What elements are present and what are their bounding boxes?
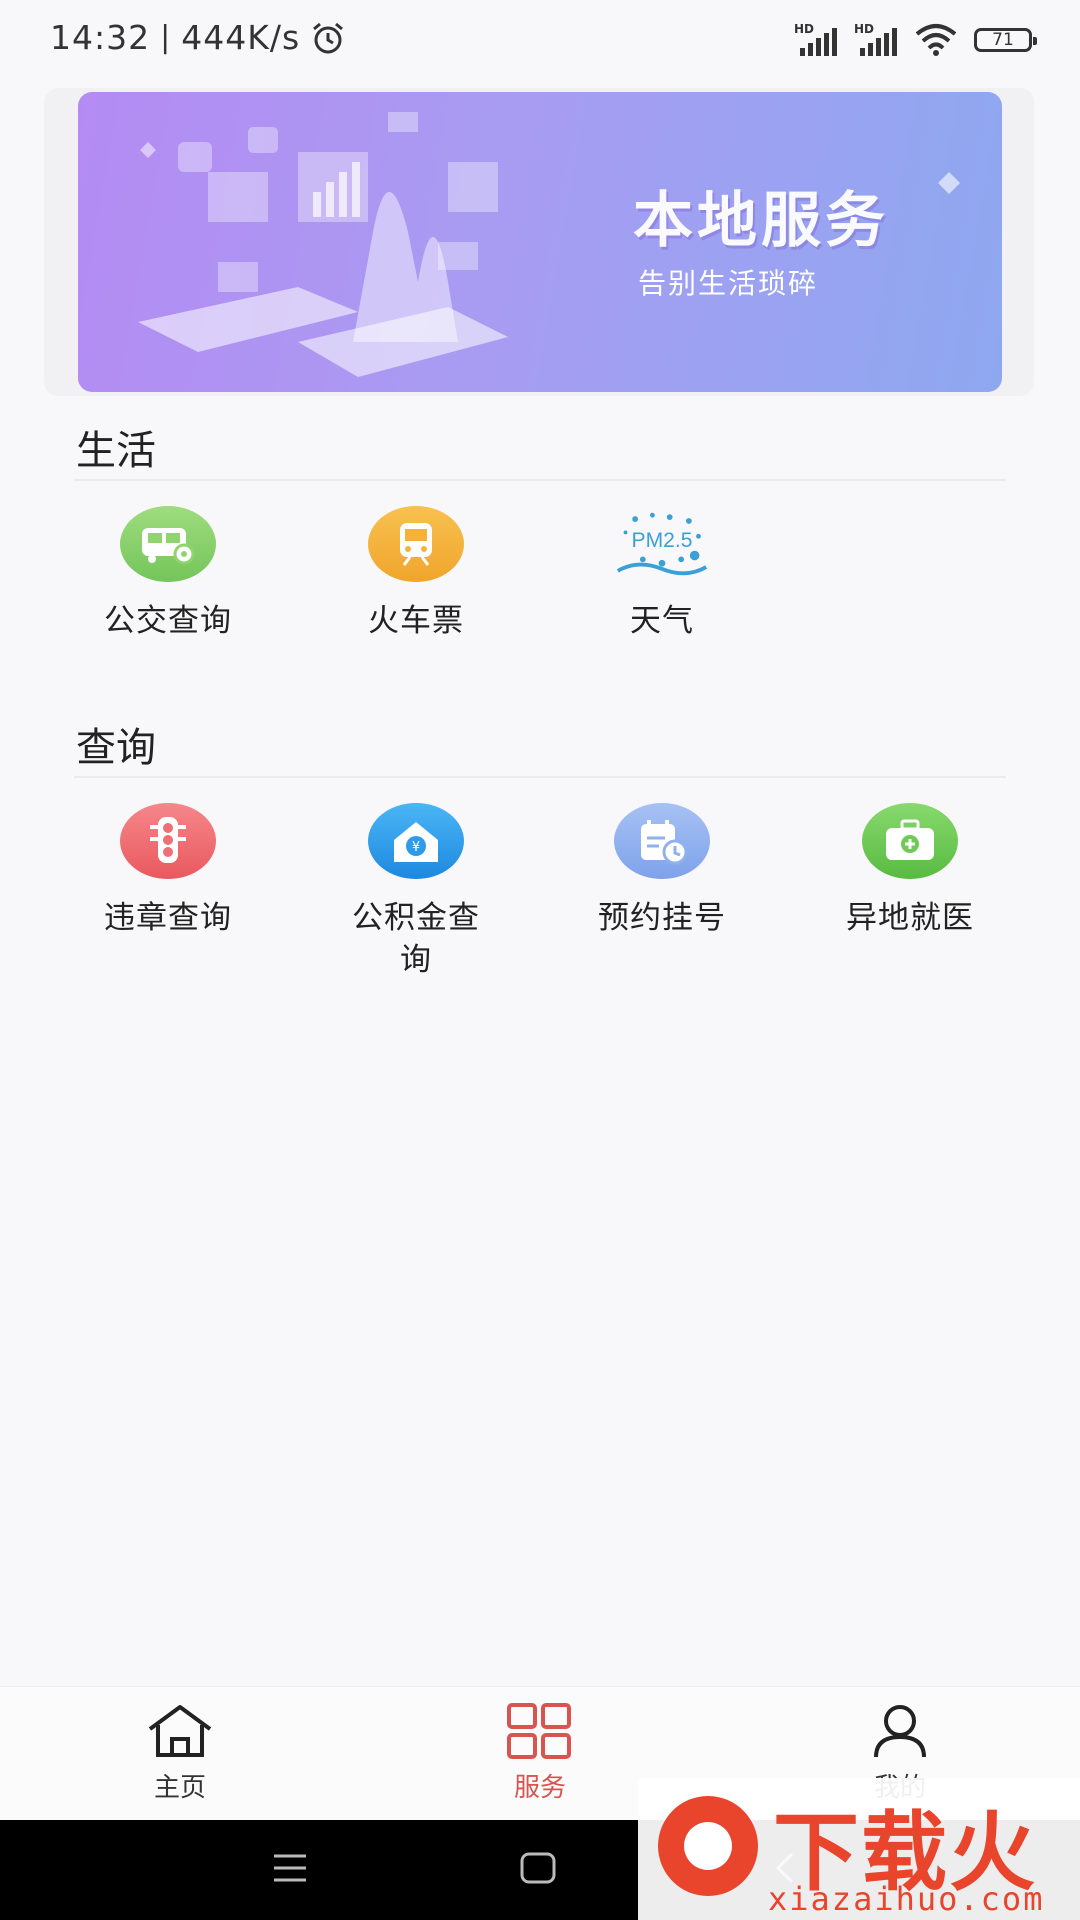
nav-label: 服务 bbox=[513, 1773, 566, 1803]
watermark-url: xiazaihuo.com bbox=[768, 1880, 1045, 1918]
flame-logo-icon bbox=[658, 1796, 758, 1896]
sparkle-icon bbox=[938, 172, 960, 194]
service-label: 违章查询 bbox=[104, 900, 232, 936]
housing-fund-icon: ¥ bbox=[368, 803, 464, 879]
status-left: 14:32 | 444K/s bbox=[50, 18, 346, 57]
service-label: 异地就医 bbox=[846, 900, 974, 936]
service-label-line: 公积金查 bbox=[352, 900, 480, 936]
menu-icon[interactable] bbox=[270, 1850, 310, 1886]
service-item-remote-medical[interactable]: 异地就医 bbox=[790, 803, 1030, 939]
service-label: 预约挂号 bbox=[598, 900, 726, 936]
traffic-light-icon bbox=[120, 803, 216, 879]
nav-label: 主页 bbox=[153, 1773, 206, 1803]
home-button-icon[interactable] bbox=[518, 1850, 558, 1886]
service-item-housing-fund[interactable]: ¥ 公积金查 询 bbox=[296, 803, 536, 981]
service-label: 天气 bbox=[630, 603, 694, 639]
service-item-weather[interactable]: PM2.5 天气 bbox=[542, 506, 782, 642]
service-label: 公交查询 bbox=[104, 603, 232, 639]
status-bar: 14:32 | 444K/s HD HD 71 bbox=[0, 0, 1080, 78]
bus-icon bbox=[120, 506, 216, 582]
alarm-icon bbox=[313, 22, 344, 53]
signal-icon: HD bbox=[854, 22, 898, 58]
svg-text:PM2.5: PM2.5 bbox=[631, 529, 692, 552]
battery-icon: 71 bbox=[974, 28, 1037, 52]
medical-kit-icon bbox=[862, 803, 958, 879]
section-title-query: 查询 bbox=[76, 725, 156, 771]
nav-item-home[interactable]: 主页 bbox=[80, 1703, 280, 1804]
banner-title: 本地服务 bbox=[633, 186, 889, 256]
service-item-bus[interactable]: 公交查询 bbox=[48, 506, 288, 642]
svg-text:¥: ¥ bbox=[412, 840, 420, 855]
grid-icon bbox=[507, 1703, 571, 1759]
banner[interactable]: 本地服务 告别生活琐碎 bbox=[78, 92, 1002, 392]
status-time: 14:32 bbox=[50, 18, 151, 57]
divider bbox=[74, 776, 1006, 778]
home-icon bbox=[148, 1705, 212, 1757]
battery-level: 71 bbox=[992, 30, 1014, 50]
service-item-appointment[interactable]: 预约挂号 bbox=[542, 803, 782, 939]
divider bbox=[74, 479, 1006, 481]
service-item-violation[interactable]: 违章查询 bbox=[48, 803, 288, 939]
service-label-line: 询 bbox=[400, 942, 432, 978]
watermark: 下载火 xiazaihuo.com bbox=[638, 1778, 1080, 1920]
pm25-weather-icon: PM2.5 bbox=[614, 506, 710, 582]
user-icon bbox=[874, 1705, 926, 1758]
status-separator: | bbox=[160, 20, 172, 55]
service-label: 公积金查 询 bbox=[296, 897, 536, 981]
status-right: HD HD 71 bbox=[794, 22, 1037, 58]
wifi-icon bbox=[915, 24, 957, 56]
calendar-clock-icon bbox=[614, 803, 710, 879]
network-speed: 444K/s bbox=[181, 18, 301, 57]
service-label: 火车票 bbox=[368, 603, 464, 639]
nav-item-services[interactable]: 服务 bbox=[440, 1703, 640, 1804]
signal-icon: HD bbox=[794, 22, 838, 58]
banner-illustration bbox=[138, 112, 508, 377]
banner-subtitle: 告别生活琐碎 bbox=[638, 267, 819, 300]
service-item-train[interactable]: 火车票 bbox=[296, 506, 536, 642]
train-icon bbox=[368, 506, 464, 582]
section-title-life: 生活 bbox=[76, 428, 156, 474]
